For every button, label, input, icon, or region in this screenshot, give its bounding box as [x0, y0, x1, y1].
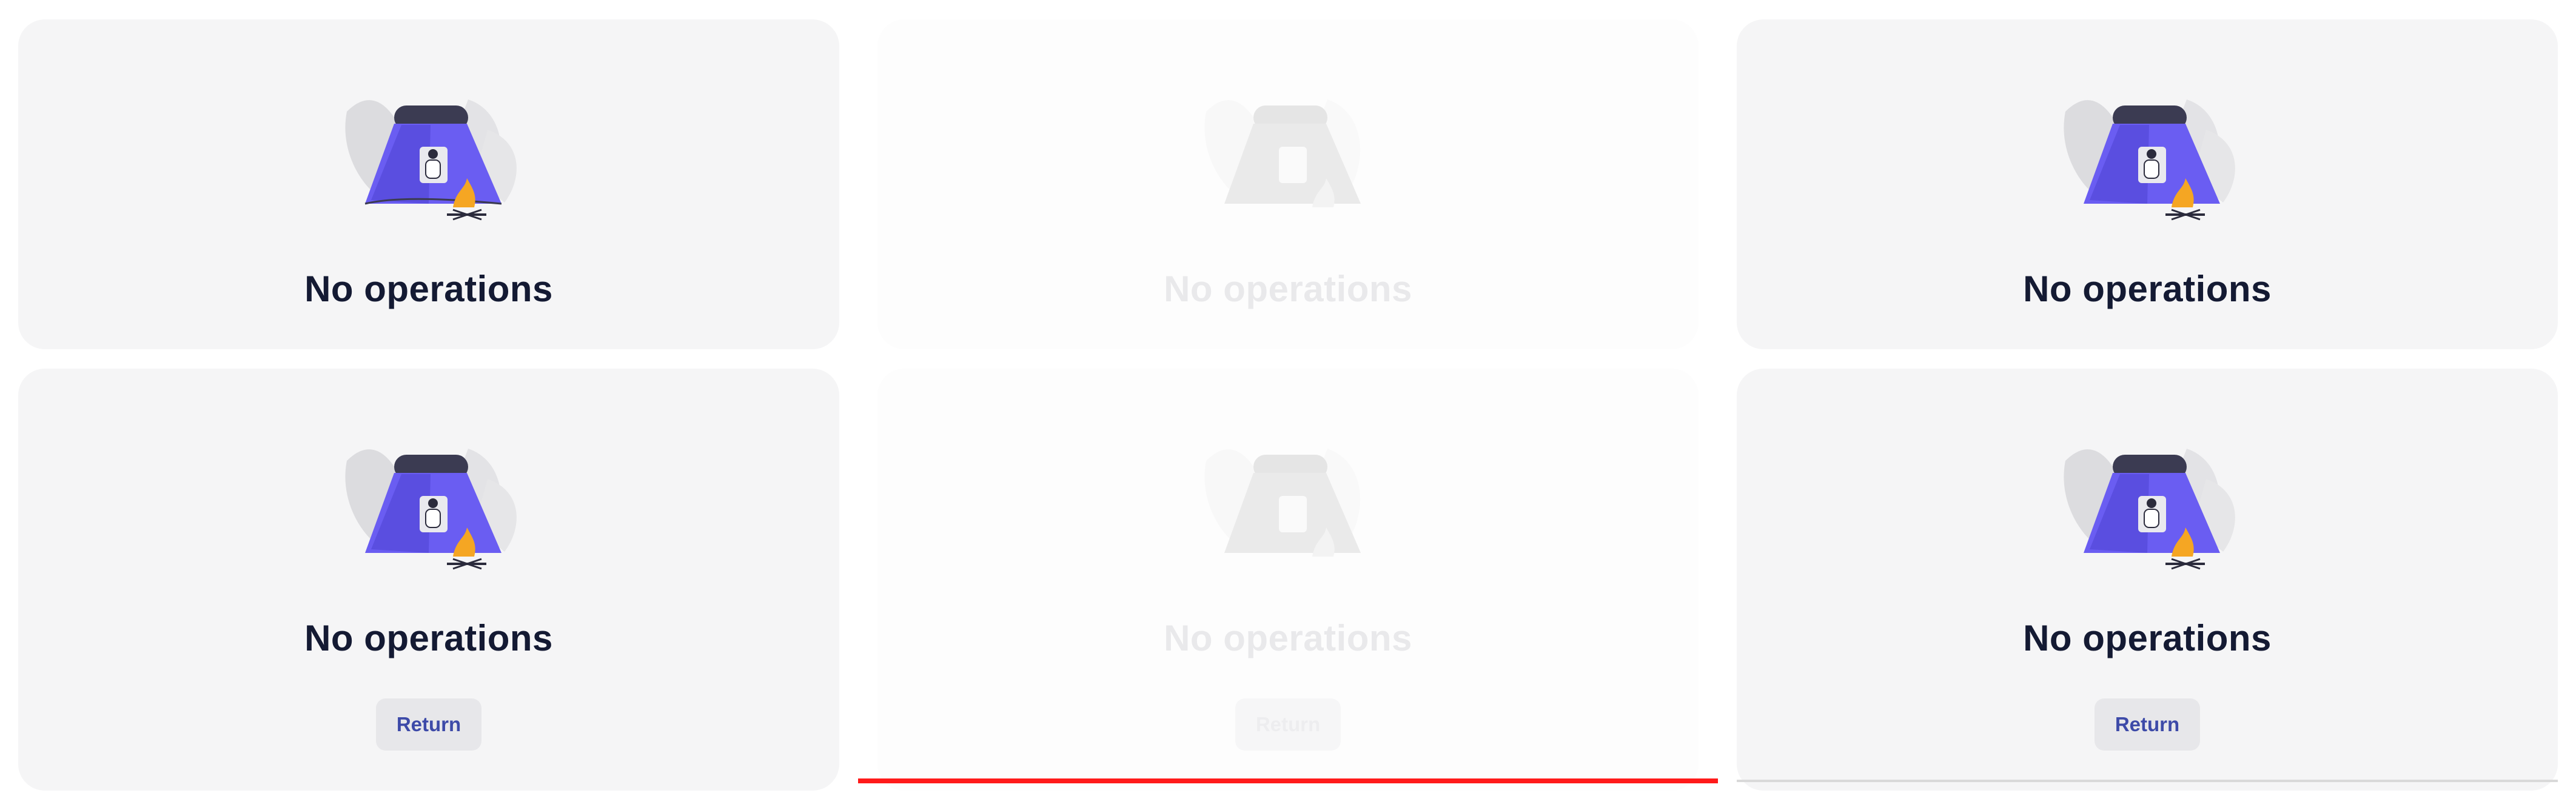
empty-state-card: No operations Return — [1737, 369, 2558, 791]
empty-state-title: No operations — [304, 618, 553, 658]
empty-state-card: No operations — [1737, 19, 2558, 349]
empty-state-card: No operations Return — [18, 369, 839, 791]
empty-state-card: No operations — [877, 19, 1699, 349]
empty-state-title: No operations — [2023, 618, 2272, 658]
empty-state-card: No operations Return — [877, 369, 1699, 791]
empty-state-title: No operations — [1164, 269, 1412, 309]
empty-state-title: No operations — [1164, 618, 1412, 658]
empty-state-title: No operations — [2023, 269, 2272, 309]
return-button[interactable]: Return — [2095, 698, 2200, 751]
empty-state-card: No operations — [18, 19, 839, 349]
progress-bar-active — [858, 778, 1718, 783]
progress-bar-inactive — [1737, 780, 2558, 782]
camping-tent-illustration — [1188, 424, 1388, 576]
return-button[interactable]: Return — [376, 698, 481, 751]
camping-tent-illustration — [1188, 75, 1388, 227]
camping-tent-illustration — [329, 424, 529, 576]
empty-state-title: No operations — [304, 269, 553, 309]
camping-tent-illustration — [2047, 424, 2247, 576]
camping-tent-illustration — [329, 75, 529, 227]
return-button[interactable]: Return — [1235, 698, 1341, 751]
camping-tent-illustration — [2047, 75, 2247, 227]
